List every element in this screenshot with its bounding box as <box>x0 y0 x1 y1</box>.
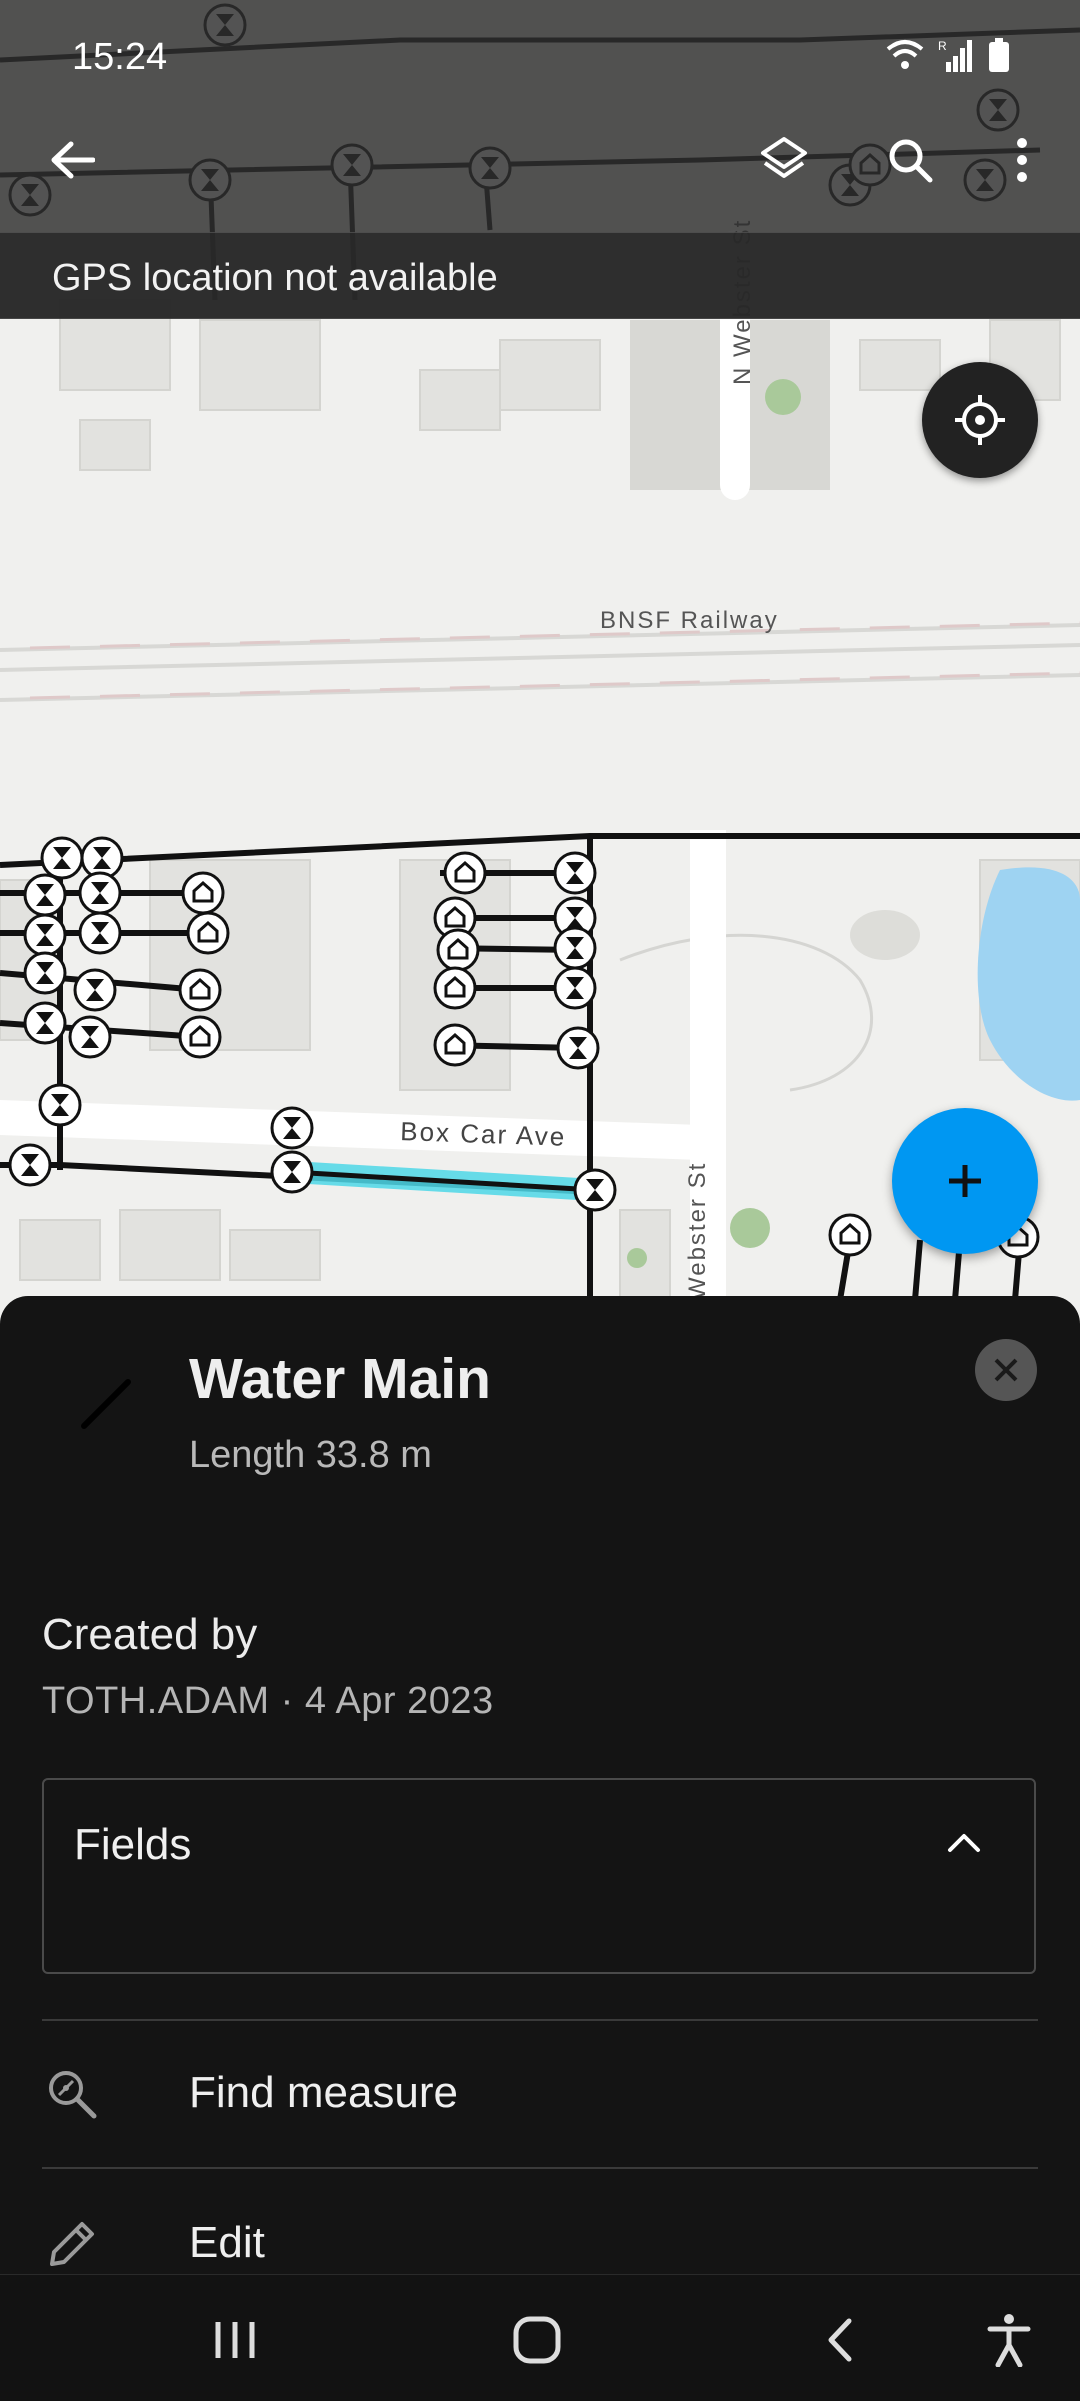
created-by-value: TOTH.ADAM · 4 Apr 2023 <box>42 1680 494 1722</box>
crosshair-icon <box>955 395 1005 445</box>
signal-icon: R <box>938 39 972 72</box>
service-connection-symbol[interactable] <box>828 1213 872 1257</box>
nav-back-button[interactable] <box>805 2305 875 2375</box>
layers-icon <box>761 137 807 178</box>
fields-section[interactable]: Fields <box>42 1778 1036 1974</box>
gps-banner-text: GPS location not available <box>52 257 498 299</box>
street-label-south: Webster St <box>684 1162 711 1300</box>
battery-icon <box>989 38 1009 72</box>
fields-label: Fields <box>74 1820 192 1869</box>
close-icon <box>994 1358 1018 1382</box>
service-connection-symbol[interactable] <box>181 871 225 915</box>
status-time: 15:24 <box>72 36 168 78</box>
service-connection-symbol[interactable] <box>178 968 222 1012</box>
svg-text:R: R <box>938 39 947 53</box>
wifi-icon <box>886 40 924 69</box>
valve-symbol[interactable] <box>553 966 597 1010</box>
find-measure-label: Find measure <box>189 2068 459 2117</box>
add-feature-button[interactable] <box>892 1108 1038 1254</box>
valve-symbol[interactable] <box>78 871 122 915</box>
valve-symbol[interactable] <box>73 968 117 1012</box>
valve-symbol[interactable] <box>68 1015 112 1059</box>
valve-symbol[interactable] <box>38 1083 82 1127</box>
plus-icon <box>949 1165 981 1197</box>
status-bar: 15:24 R <box>0 0 1080 110</box>
my-location-button[interactable] <box>922 362 1038 478</box>
created-by-label: Created by <box>42 1610 258 1659</box>
search-button[interactable] <box>872 122 948 198</box>
feature-length: Length 33.8 m <box>189 1434 432 1476</box>
valve-symbol[interactable] <box>23 913 67 957</box>
back-button[interactable] <box>34 122 110 198</box>
recent-apps-button[interactable] <box>200 2305 270 2375</box>
service-connection-symbol[interactable] <box>443 851 487 895</box>
feature-title: Water Main <box>189 1347 491 1411</box>
top-app-bar: 15:24 R GPS location not available <box>0 0 1080 319</box>
valve-symbol[interactable] <box>270 1150 314 1194</box>
avenue-label: Box Car Ave <box>400 1116 567 1152</box>
more-options-button[interactable] <box>984 122 1060 198</box>
more-vertical-icon <box>1017 138 1027 182</box>
pencil-icon <box>50 2222 94 2266</box>
layers-button[interactable] <box>746 122 822 198</box>
valve-symbol[interactable] <box>8 1143 52 1187</box>
valve-symbol[interactable] <box>23 1001 67 1045</box>
valve-symbol[interactable] <box>40 836 84 880</box>
valve-symbol[interactable] <box>553 851 597 895</box>
accessibility-button[interactable] <box>974 2305 1044 2375</box>
find-measure-action[interactable]: Find measure <box>0 2022 1080 2162</box>
edit-label: Edit <box>189 2218 265 2267</box>
search-icon <box>889 139 933 183</box>
service-connection-symbol[interactable] <box>178 1015 222 1059</box>
home-icon <box>513 2316 561 2364</box>
chevron-up-icon[interactable] <box>944 1826 984 1856</box>
gps-banner: GPS location not available <box>0 232 1080 319</box>
service-connection-symbol[interactable] <box>436 928 480 972</box>
railway-label: BNSF Railway <box>600 607 779 634</box>
service-connection-symbol[interactable] <box>186 911 230 955</box>
feature-details-sheet: Water Main Length 33.8 m Created by TOTH… <box>0 1296 1080 2274</box>
system-nav-bar <box>0 2274 1080 2401</box>
divider <box>42 2019 1038 2021</box>
service-connection-symbol[interactable] <box>433 1023 477 1067</box>
chevron-left-icon <box>828 2318 852 2362</box>
divider <box>42 2167 1038 2169</box>
service-connection-symbol[interactable] <box>433 966 477 1010</box>
valve-symbol[interactable] <box>23 873 67 917</box>
valve-symbol[interactable] <box>270 1106 314 1150</box>
valve-symbol[interactable] <box>23 951 67 995</box>
home-button[interactable] <box>502 2305 572 2375</box>
close-button[interactable] <box>975 1339 1037 1401</box>
recent-apps-icon <box>215 2322 255 2358</box>
valve-symbol[interactable] <box>556 1026 600 1070</box>
edit-action[interactable]: Edit <box>0 2172 1080 2274</box>
accessibility-icon <box>987 2314 1031 2367</box>
valve-symbol[interactable] <box>553 926 597 970</box>
find-measure-icon <box>49 2071 97 2119</box>
valve-symbol[interactable] <box>573 1168 617 1212</box>
arrow-left-icon <box>51 141 95 179</box>
line-feature-icon <box>81 1379 131 1429</box>
valve-symbol[interactable] <box>78 911 122 955</box>
